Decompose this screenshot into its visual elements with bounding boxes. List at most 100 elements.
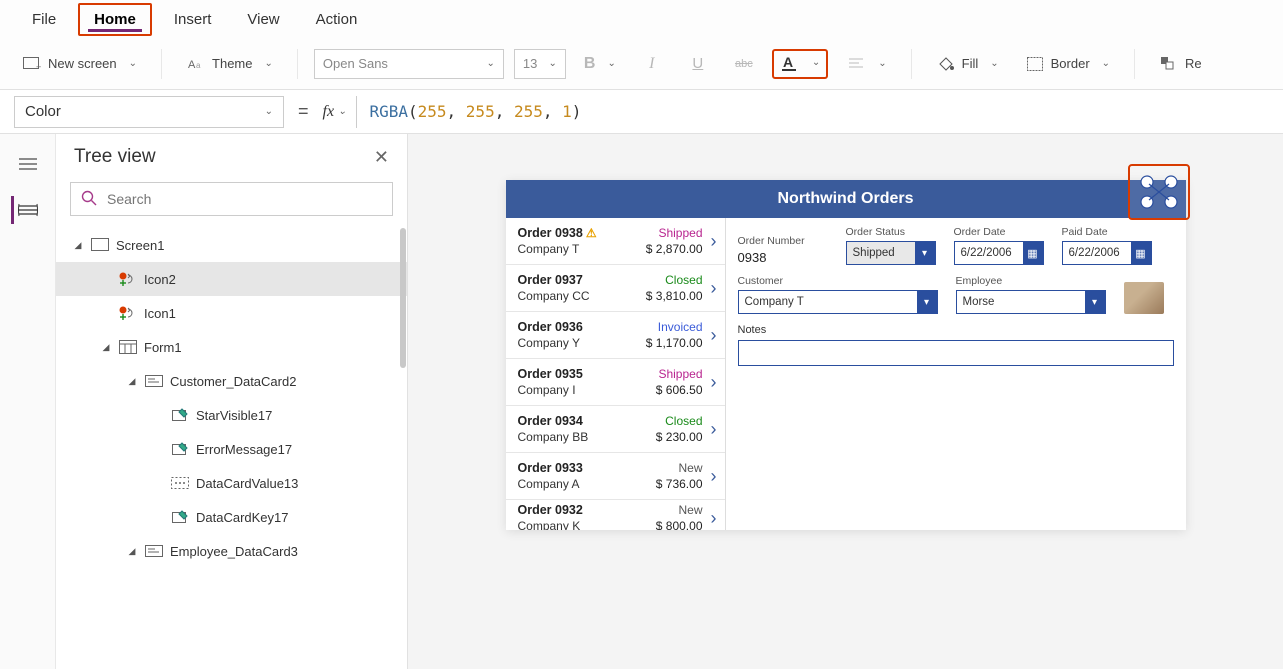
- screen-icon: [90, 238, 110, 252]
- rail-hamburger[interactable]: [14, 150, 42, 178]
- tree-search-input[interactable]: [105, 190, 382, 208]
- close-icon[interactable]: ✕: [374, 147, 389, 168]
- border-button[interactable]: Border⌄: [1017, 50, 1118, 78]
- order-list-item[interactable]: Order 0935Company IShipped$ 606.50›: [506, 359, 725, 406]
- align-button[interactable]: ⌄: [838, 50, 894, 78]
- menubar: File Home Insert View Action: [0, 0, 1283, 38]
- order-list-item[interactable]: Order 0937Company CCClosed$ 3,810.00›: [506, 265, 725, 312]
- label-order-number: Order Number: [738, 235, 828, 247]
- expand-toggle-icon[interactable]: ◢: [100, 342, 112, 353]
- expand-toggle-icon[interactable]: ◢: [72, 240, 84, 251]
- order-list-item[interactable]: Order 0933Company ANew$ 736.00›: [506, 453, 725, 500]
- strikethrough-icon: abc: [734, 54, 754, 74]
- order-list-item[interactable]: Order 0938⚠Company TShipped$ 2,870.00›: [506, 218, 725, 265]
- underline-button[interactable]: U: [680, 50, 716, 78]
- svg-text:A: A: [188, 59, 196, 71]
- property-select[interactable]: Color⌄: [14, 96, 284, 128]
- notes-input[interactable]: [738, 340, 1174, 366]
- tree-view-panel: Tree view ✕ ◢Screen1Icon2 Icon1 ◢ Form1 ◢ Cus…: [56, 134, 408, 669]
- chevron-right-icon: ›: [707, 372, 717, 393]
- rail-tree-view[interactable]: [11, 196, 39, 224]
- order-list-item[interactable]: Order 0934Company BBClosed$ 230.00›: [506, 406, 725, 453]
- employee-select[interactable]: Morse▾: [956, 290, 1106, 314]
- chevron-right-icon: ›: [707, 278, 717, 299]
- card-icon: [144, 545, 164, 557]
- expand-toggle-icon[interactable]: ◢: [126, 376, 138, 387]
- new-screen-button[interactable]: + New screen ⌄: [14, 50, 145, 78]
- align-icon: [846, 54, 866, 74]
- tree-search[interactable]: [70, 182, 393, 216]
- tree-list: ◢Screen1Icon2 Icon1 ◢ Form1 ◢ Customer_DataCa…: [56, 222, 407, 669]
- selected-icon-handles[interactable]: [1128, 164, 1190, 220]
- theme-icon: Aa: [186, 54, 206, 74]
- tree-node-label: ErrorMessage17: [196, 442, 292, 457]
- value-order-number: 0938: [738, 250, 828, 265]
- tree-node-errormessage17[interactable]: ErrorMessage17: [56, 432, 407, 466]
- chevron-down-icon: ▾: [917, 291, 937, 313]
- tree-view-title: Tree view: [74, 146, 156, 168]
- fill-icon: [936, 54, 956, 74]
- chevron-right-icon: ›: [707, 419, 717, 440]
- tree-node-label: Customer_DataCard2: [170, 374, 296, 389]
- tree-node-label: Icon1: [144, 306, 176, 321]
- search-icon: [81, 190, 97, 209]
- edit-icon: [170, 408, 190, 422]
- order-list-item[interactable]: Order 0936Company YInvoiced$ 1,170.00›: [506, 312, 725, 359]
- card-icon: [144, 375, 164, 387]
- chevron-down-icon: ⌄: [487, 58, 495, 69]
- order-list: Order 0938⚠Company TShipped$ 2,870.00›Or…: [506, 218, 726, 530]
- label-customer: Customer: [738, 275, 938, 287]
- font-color-icon: A: [780, 53, 800, 73]
- chevron-down-icon: ⌄: [129, 58, 137, 69]
- fx-button[interactable]: fx⌄: [323, 103, 347, 121]
- tree-node-label: StarVisible17: [196, 408, 272, 423]
- menu-insert[interactable]: Insert: [160, 5, 226, 34]
- menu-action[interactable]: Action: [302, 5, 372, 34]
- fill-button[interactable]: Fill⌄: [928, 50, 1007, 78]
- menu-home[interactable]: Home: [78, 3, 152, 36]
- tree-node-datacardkey17[interactable]: DataCardKey17: [56, 500, 407, 534]
- label-paid-date: Paid Date: [1062, 226, 1152, 238]
- edit-icon: [170, 442, 190, 456]
- font-size-select[interactable]: 13⌄: [514, 49, 566, 79]
- screen-plus-icon: +: [22, 54, 42, 74]
- order-status-select[interactable]: Shipped▾: [846, 241, 936, 265]
- theme-button[interactable]: Aa Theme ⌄: [178, 50, 281, 78]
- order-date-input[interactable]: 6/22/2006▦: [954, 241, 1044, 265]
- formula-input[interactable]: RGBA(255, 255, 255, 1): [356, 96, 1269, 128]
- tree-node-icon2[interactable]: Icon2: [56, 262, 407, 296]
- menu-file[interactable]: File: [18, 5, 70, 34]
- bold-button[interactable]: B⌄: [576, 51, 624, 77]
- paid-date-input[interactable]: 6/22/2006▦: [1062, 241, 1152, 265]
- tree-node-screen1[interactable]: ◢Screen1: [56, 228, 407, 262]
- reorder-button[interactable]: Re: [1151, 50, 1210, 78]
- formula-bar: Color⌄ = fx⌄ RGBA(255, 255, 255, 1): [0, 90, 1283, 134]
- tree-node-customer_datacard2[interactable]: ◢ Customer_DataCard2: [56, 364, 407, 398]
- ribbon: + New screen ⌄ Aa Theme ⌄ Open Sans⌄ 13⌄…: [0, 38, 1283, 90]
- app-title: Northwind Orders: [777, 190, 913, 208]
- tree-node-label: Form1: [144, 340, 182, 355]
- calendar-icon: ▦: [1131, 242, 1151, 264]
- equals-sign: =: [294, 101, 313, 122]
- tree-node-form1[interactable]: ◢ Form1: [56, 330, 407, 364]
- chevron-down-icon: ⌄: [265, 106, 273, 117]
- menu-view[interactable]: View: [233, 5, 293, 34]
- font-name-select[interactable]: Open Sans⌄: [314, 49, 504, 79]
- expand-toggle-icon[interactable]: ◢: [126, 546, 138, 557]
- font-color-button[interactable]: A ⌄: [778, 53, 822, 73]
- form-icon: [118, 340, 138, 354]
- chevron-right-icon: ›: [707, 466, 717, 487]
- scrollbar-thumb[interactable]: [400, 228, 406, 368]
- tree-node-datacardvalue13[interactable]: DataCardValue13: [56, 466, 407, 500]
- italic-button[interactable]: I: [634, 50, 670, 78]
- icon-icon: [118, 305, 138, 321]
- order-list-item[interactable]: Order 0932Company KNew$ 800.00›: [506, 500, 725, 530]
- svg-text:+: +: [36, 62, 41, 72]
- tree-node-label: Employee_DataCard3: [170, 544, 298, 559]
- strikethrough-button[interactable]: abc: [726, 50, 762, 78]
- chevron-down-icon: ⌄: [265, 58, 273, 69]
- customer-select[interactable]: Company T▾: [738, 290, 938, 314]
- tree-node-icon1[interactable]: Icon1: [56, 296, 407, 330]
- tree-node-employee_datacard3[interactable]: ◢ Employee_DataCard3: [56, 534, 407, 568]
- tree-node-starvisible17[interactable]: StarVisible17: [56, 398, 407, 432]
